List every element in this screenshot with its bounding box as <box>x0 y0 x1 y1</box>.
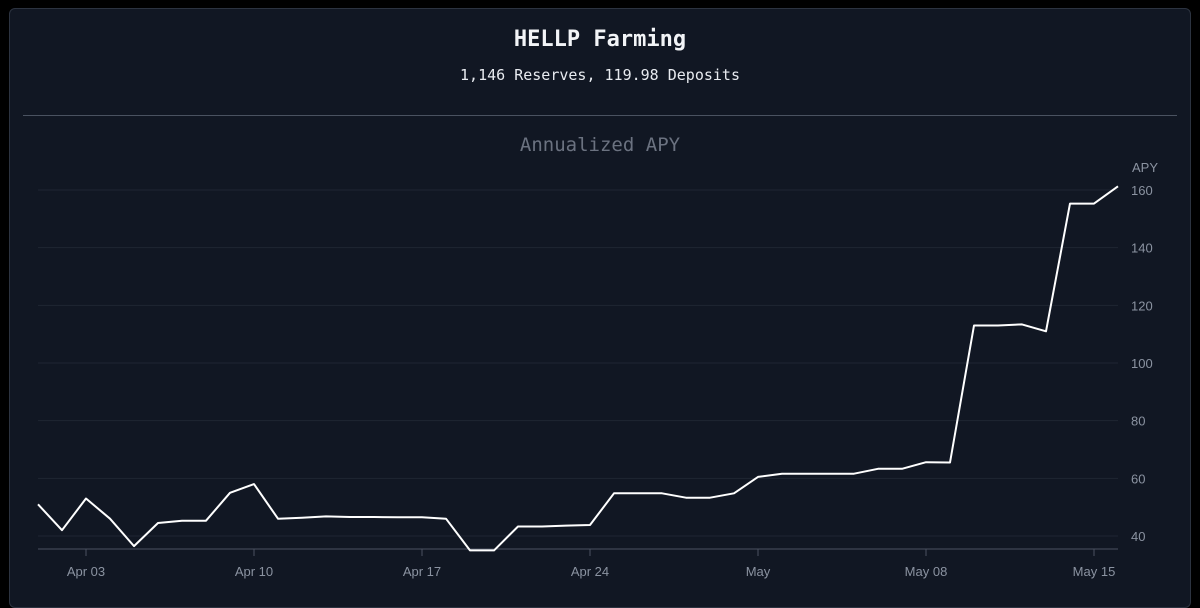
x-tick-label: May 15 <box>1073 564 1116 579</box>
y-tick-label: 80 <box>1131 414 1145 429</box>
x-axis: Apr 03 Apr 10 Apr 17 Apr 24 May May 08 May 15 <box>38 548 1118 579</box>
y-tick-label: 60 <box>1131 471 1145 486</box>
x-tick-label: Apr 10 <box>235 564 273 579</box>
series-group <box>37 185 1119 552</box>
y-axis-label: APY <box>1132 160 1158 175</box>
x-tick-label: Apr 17 <box>403 564 441 579</box>
apy-series-line <box>37 185 1119 552</box>
y-tick-label: 40 <box>1131 529 1145 544</box>
apy-line-chart: 406080100120140160 Apr 03 Apr 10 Apr 17 Apr… <box>37 160 1158 579</box>
y-tick-label: 120 <box>1131 298 1153 313</box>
y-tick-label: 160 <box>1131 183 1153 198</box>
y-tick-label: 100 <box>1131 356 1153 371</box>
x-tick-label: Apr 24 <box>571 564 609 579</box>
y-tick-label: 140 <box>1131 241 1153 256</box>
x-tick-label: May <box>746 564 771 579</box>
y-axis: 40 60 80 100 120 140 160 <box>1131 183 1153 544</box>
grid-lines <box>38 189 1118 537</box>
x-tick-label: May 08 <box>905 564 948 579</box>
x-tick-label: Apr 03 <box>67 564 105 579</box>
